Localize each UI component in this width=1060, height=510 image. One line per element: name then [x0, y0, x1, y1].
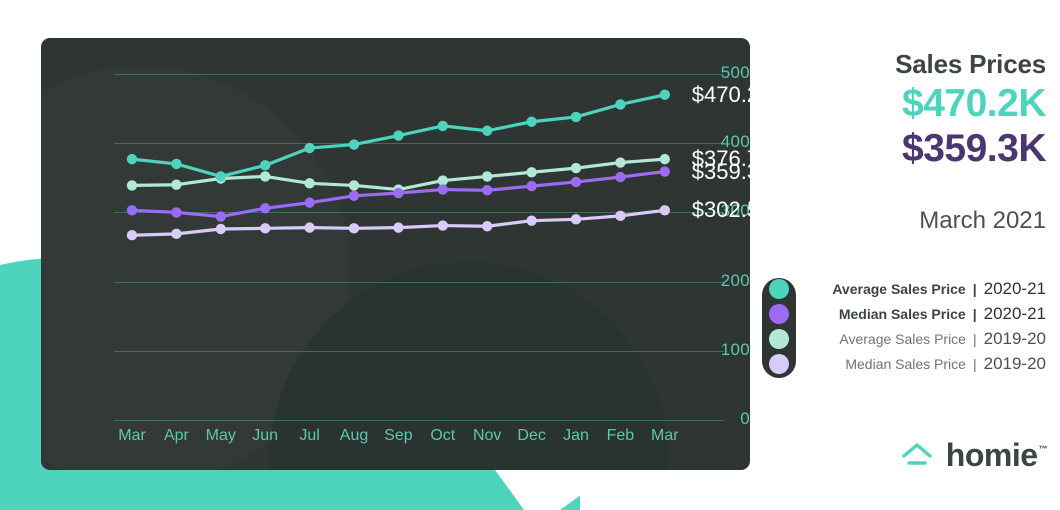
- legend-period: 2019-20: [983, 328, 1046, 348]
- data-point[interactable]: [260, 203, 271, 214]
- data-point[interactable]: [260, 171, 271, 182]
- data-point[interactable]: [570, 162, 582, 174]
- data-point[interactable]: [171, 228, 182, 240]
- data-point[interactable]: [126, 180, 138, 191]
- logo-wordmark: homie™: [945, 436, 1048, 474]
- data-point[interactable]: [570, 176, 582, 188]
- legend-color-dot: [769, 328, 789, 349]
- data-point[interactable]: [437, 184, 448, 195]
- legend-text: Average Sales Price | 2020-21: [800, 279, 1046, 299]
- legend-separator: |: [972, 305, 977, 322]
- legend-series-label: Average Sales Price: [832, 280, 966, 297]
- data-point[interactable]: [215, 211, 226, 222]
- data-point[interactable]: [437, 120, 448, 132]
- data-point[interactable]: [304, 178, 315, 189]
- data-point[interactable]: [215, 223, 226, 235]
- homie-logo: homie™: [756, 435, 1048, 475]
- average-sales-price-value: $470.2K: [902, 82, 1046, 125]
- legend-color-dot: [769, 303, 789, 324]
- data-point[interactable]: [437, 220, 448, 231]
- data-point[interactable]: [615, 157, 626, 168]
- end-value-label-avg_2020_21: $470.2: [691, 81, 760, 107]
- data-point[interactable]: [615, 99, 626, 110]
- data-point[interactable]: [215, 171, 226, 182]
- legend-series-label: Median Sales Price: [838, 305, 966, 322]
- chart-legend: Average Sales Price | 2020-21 Median Sales …: [756, 276, 1046, 380]
- median-sales-price-value: $359.3K: [902, 127, 1046, 170]
- summary-panel: Sales Prices $470.2K $359.3K March 2021 …: [756, 0, 1060, 510]
- legend-color-dot: [769, 278, 789, 299]
- legend-text: Median Sales Price | 2019-20: [800, 354, 1046, 374]
- legend-period: 2020-21: [983, 278, 1046, 298]
- report-date: March 2021: [919, 207, 1046, 234]
- data-point[interactable]: [526, 215, 537, 226]
- legend-text: Median Sales Price | 2020-21: [800, 304, 1046, 324]
- legend-period: 2020-21: [983, 303, 1046, 323]
- data-point[interactable]: [171, 179, 182, 190]
- data-point[interactable]: [615, 171, 626, 183]
- data-point[interactable]: [304, 222, 315, 233]
- chart-card: 500 400 300 200 100 0 Mar Apr May Jun Jul Aug Sep Oc…: [41, 38, 750, 470]
- data-point[interactable]: [260, 160, 271, 171]
- legend-color-dot: [769, 353, 789, 374]
- data-point[interactable]: [171, 207, 182, 218]
- data-point[interactable]: [393, 222, 404, 233]
- page-title: Sales Prices: [895, 49, 1046, 79]
- end-value-label-med_2020_21: $359.3: [691, 158, 760, 184]
- logo-word-text: homie: [945, 436, 1038, 473]
- data-point[interactable]: [482, 125, 493, 136]
- trademark-symbol: ™: [1038, 443, 1048, 454]
- data-point[interactable]: [348, 180, 360, 191]
- data-point[interactable]: [482, 221, 493, 232]
- data-point[interactable]: [437, 175, 448, 186]
- legend-item[interactable]: Median Sales Price | 2020-21: [756, 301, 1046, 326]
- data-point[interactable]: [126, 153, 138, 165]
- data-point[interactable]: [570, 214, 582, 225]
- data-point[interactable]: [526, 116, 537, 127]
- data-point[interactable]: [304, 142, 315, 154]
- legend-text: Average Sales Price | 2019-20: [800, 329, 1046, 349]
- data-point[interactable]: [260, 223, 271, 234]
- data-point[interactable]: [126, 230, 138, 241]
- end-value-label-med_2019_20: $302.5: [691, 197, 760, 223]
- legend-item[interactable]: Median Sales Price | 2019-20: [756, 351, 1046, 376]
- data-point[interactable]: [659, 89, 670, 100]
- legend-separator: |: [972, 330, 977, 347]
- data-point[interactable]: [348, 190, 360, 201]
- data-point[interactable]: [482, 185, 493, 196]
- data-point[interactable]: [304, 197, 315, 208]
- data-point[interactable]: [659, 205, 670, 216]
- data-point[interactable]: [526, 167, 537, 178]
- data-point[interactable]: [570, 111, 582, 123]
- legend-item[interactable]: Average Sales Price | 2020-21: [756, 276, 1046, 301]
- legend-series-label: Average Sales Price: [839, 330, 966, 347]
- line-chart-plot: 500 400 300 200 100 0 Mar Apr May Jun Jul Aug Sep Oc…: [41, 38, 750, 470]
- data-point[interactable]: [171, 158, 182, 170]
- data-point[interactable]: [348, 223, 360, 234]
- legend-period: 2019-20: [983, 353, 1046, 373]
- data-point[interactable]: [526, 180, 537, 192]
- data-point[interactable]: [393, 130, 404, 141]
- legend-separator: |: [972, 355, 977, 372]
- data-point[interactable]: [615, 210, 626, 222]
- data-point[interactable]: [482, 171, 493, 182]
- data-point[interactable]: [659, 166, 670, 177]
- data-point[interactable]: [659, 153, 670, 165]
- house-roof-icon: [902, 443, 932, 465]
- series-med_2019_20: [126, 205, 670, 241]
- data-point[interactable]: [126, 205, 138, 216]
- series-med_2020_21: [126, 166, 670, 222]
- legend-separator: |: [972, 280, 977, 297]
- infographic-root: 500 400 300 200 100 0 Mar Apr May Jun Jul Aug Sep Oc…: [0, 0, 1060, 510]
- series-lines: [126, 89, 670, 241]
- legend-item[interactable]: Average Sales Price | 2019-20: [756, 326, 1046, 351]
- data-point[interactable]: [348, 139, 360, 150]
- data-point[interactable]: [393, 187, 404, 199]
- legend-series-label: Median Sales Price: [845, 355, 966, 372]
